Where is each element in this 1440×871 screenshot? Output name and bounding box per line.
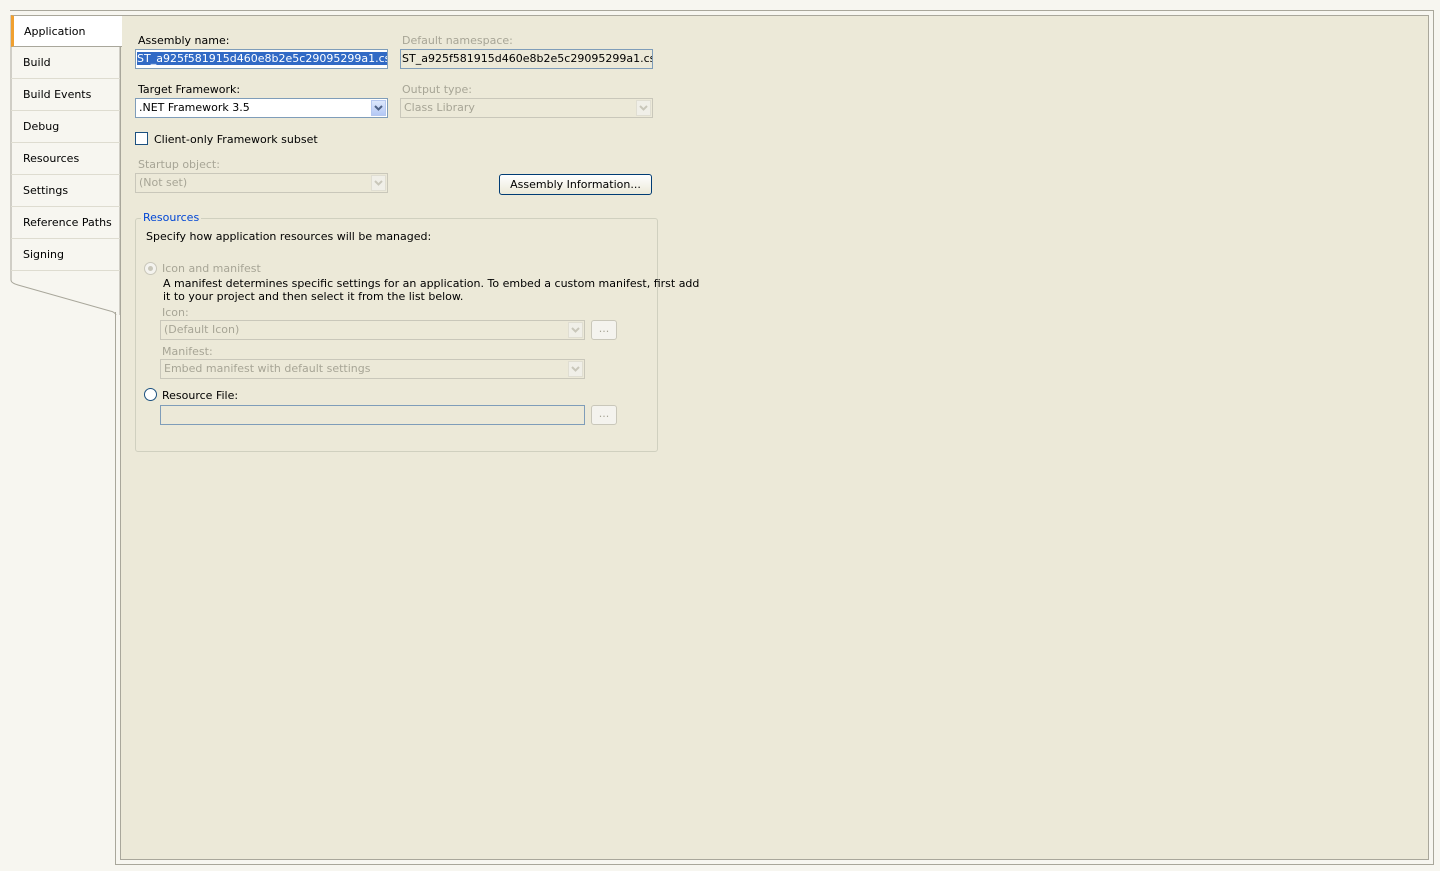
icon-select[interactable]: (Default Icon) — [160, 320, 585, 340]
tab-label: Reference Paths — [23, 216, 112, 229]
frame-border-top — [10, 10, 1434, 11]
manifest-label: Manifest: — [162, 345, 213, 358]
icon-select-value: (Default Icon) — [164, 323, 240, 336]
chevron-down-icon[interactable] — [371, 100, 386, 116]
resource-file-label[interactable]: Resource File: — [162, 389, 238, 402]
assembly-name-label: Assembly name: — [138, 34, 230, 47]
tab-application[interactable]: Application — [11, 15, 122, 47]
icon-label: Icon: — [162, 306, 189, 319]
startup-object-label: Startup object: — [138, 158, 220, 171]
icon-browse-button[interactable]: ... — [591, 320, 617, 340]
manifest-description-line-2: it to your project and then select it fr… — [163, 290, 464, 303]
default-namespace-label: Default namespace: — [402, 34, 513, 47]
tab-resources[interactable]: Resources — [11, 143, 121, 175]
manifest-select[interactable]: Embed manifest with default settings — [160, 359, 585, 379]
manifest-description-line-1: A manifest determines specific settings … — [163, 277, 700, 290]
icon-manifest-label[interactable]: Icon and manifest — [162, 262, 261, 275]
frame-border-right — [1433, 10, 1434, 864]
property-tabs: Application Build Build Events Debug Res… — [10, 15, 122, 315]
default-namespace-input[interactable]: ST_a925f581915d460e8b2e5c29095299a1.cspr… — [400, 49, 653, 69]
chevron-down-icon[interactable] — [568, 361, 583, 377]
frame-border-left — [115, 312, 116, 865]
tab-label: Application — [24, 25, 86, 38]
resources-description: Specify how application resources will b… — [146, 230, 432, 243]
resources-group-title: Resources — [141, 211, 202, 224]
tab-settings[interactable]: Settings — [11, 175, 121, 207]
project-properties-window: Application Build Build Events Debug Res… — [0, 0, 1440, 871]
tab-debug[interactable]: Debug — [11, 111, 121, 143]
assembly-name-input[interactable]: ST_a925f581915d460e8b2e5c29095299a1.cspr… — [135, 49, 388, 69]
tab-reference-paths[interactable]: Reference Paths — [11, 207, 121, 239]
client-only-checkbox[interactable] — [135, 132, 148, 145]
manifest-select-value: Embed manifest with default settings — [164, 362, 371, 375]
resource-file-browse-button[interactable]: ... — [591, 405, 617, 425]
output-type-select[interactable]: Class Library — [400, 98, 653, 118]
icon-manifest-radio[interactable] — [144, 262, 157, 275]
chevron-down-icon[interactable] — [568, 322, 583, 338]
target-framework-select[interactable]: .NET Framework 3.5 — [135, 98, 388, 118]
output-type-label: Output type: — [402, 83, 472, 96]
tab-signing[interactable]: Signing — [11, 239, 121, 271]
target-framework-value: .NET Framework 3.5 — [139, 101, 250, 114]
frame-border-bottom — [115, 864, 1434, 865]
resource-file-radio[interactable] — [144, 388, 157, 401]
tab-label: Signing — [23, 248, 65, 261]
resource-file-input[interactable] — [160, 405, 585, 425]
tab-label: Debug — [23, 120, 60, 133]
assembly-name-value: ST_a925f581915d460e8b2e5c29095299a1.cspr… — [137, 52, 387, 65]
startup-object-select[interactable]: (Not set) — [135, 173, 388, 193]
target-framework-label: Target Framework: — [138, 83, 241, 96]
tab-label: Settings — [23, 184, 69, 197]
tab-label: Build — [23, 56, 51, 69]
output-type-value: Class Library — [404, 101, 475, 114]
tab-build-events[interactable]: Build Events — [11, 79, 121, 111]
chevron-down-icon[interactable] — [371, 175, 386, 191]
tab-label: Resources — [23, 152, 80, 165]
tab-label: Build Events — [23, 88, 92, 101]
default-namespace-value: ST_a925f581915d460e8b2e5c29095299a1.cspr… — [402, 52, 653, 65]
startup-object-value: (Not set) — [139, 176, 188, 189]
client-only-label[interactable]: Client-only Framework subset — [154, 133, 318, 146]
assembly-information-button[interactable]: Assembly Information... — [499, 174, 652, 195]
chevron-down-icon[interactable] — [636, 100, 651, 116]
tab-build[interactable]: Build — [11, 47, 121, 79]
